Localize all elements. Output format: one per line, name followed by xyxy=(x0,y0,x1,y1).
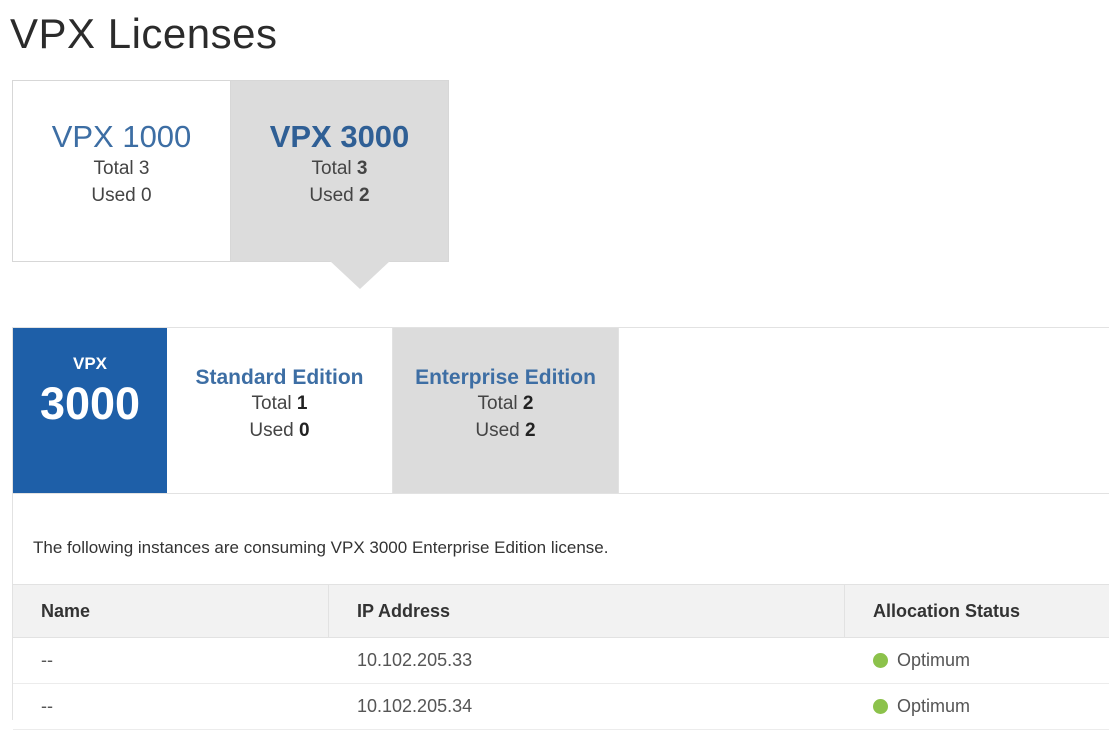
selected-pointer xyxy=(330,261,390,289)
cell-name: -- xyxy=(41,650,53,670)
cell-ip-address: 10.102.205.34 xyxy=(357,696,473,716)
model-card-vpx-3000[interactable]: VPX 3000 Total 3 Used 2 xyxy=(231,81,449,289)
cell-allocation-status: Optimum xyxy=(845,684,1109,729)
edition-title: Standard Edition xyxy=(195,366,364,389)
edition-used: Used 0 xyxy=(249,420,310,441)
edition-title: Enterprise Edition xyxy=(415,366,596,389)
model-used: Used 2 xyxy=(309,185,370,206)
column-header-name[interactable]: Name xyxy=(13,585,329,637)
consumption-description: The following instances are consuming VP… xyxy=(33,538,609,557)
model-total: Total 3 xyxy=(311,158,368,179)
model-tile-number: 3000 xyxy=(39,378,141,429)
status-label: Optimum xyxy=(897,696,971,716)
table-header: Name IP Address Allocation Status xyxy=(13,585,1109,638)
model-total: Total 3 xyxy=(93,158,150,179)
edition-card-enterprise[interactable]: Enterprise Edition Total 2 Used 2 xyxy=(393,328,619,493)
model-card-title: VPX 1000 xyxy=(51,119,192,154)
model-cards: VPX 1000 Total 3 Used 0 VPX 3000 Total 3… xyxy=(12,80,449,289)
edition-card-standard[interactable]: Standard Edition Total 1 Used 0 xyxy=(167,328,393,493)
edition-panel: VPX 3000 Standard Edition Total 1 Used 0… xyxy=(12,327,1109,730)
status-dot-icon xyxy=(873,653,888,668)
cell-allocation-status: Optimum xyxy=(845,638,1109,683)
status-dot-icon xyxy=(873,699,888,714)
table-row[interactable]: -- 10.102.205.34 Optimum xyxy=(13,684,1109,730)
model-card-vpx-1000[interactable]: VPX 1000 Total 3 Used 0 xyxy=(13,81,231,261)
cell-name: -- xyxy=(41,696,53,716)
instances-table: Name IP Address Allocation Status -- 10.… xyxy=(13,584,1109,730)
edition-row: VPX 3000 Standard Edition Total 1 Used 0… xyxy=(13,328,1109,494)
table-row[interactable]: -- 10.102.205.33 Optimum xyxy=(13,638,1109,684)
cell-ip-address: 10.102.205.33 xyxy=(357,650,473,670)
column-header-allocation-status[interactable]: Allocation Status xyxy=(845,585,1109,637)
edition-used: Used 2 xyxy=(475,420,536,441)
model-used: Used 0 xyxy=(91,185,152,206)
model-tile-prefix: VPX xyxy=(72,354,108,373)
selected-model-tile: VPX 3000 xyxy=(13,328,167,493)
edition-total: Total 1 xyxy=(251,393,308,414)
page-title: VPX Licenses xyxy=(10,10,278,57)
model-card-title: VPX 3000 xyxy=(269,119,410,154)
status-label: Optimum xyxy=(897,650,971,670)
edition-total: Total 2 xyxy=(477,393,534,414)
column-header-ip-address[interactable]: IP Address xyxy=(329,585,845,637)
